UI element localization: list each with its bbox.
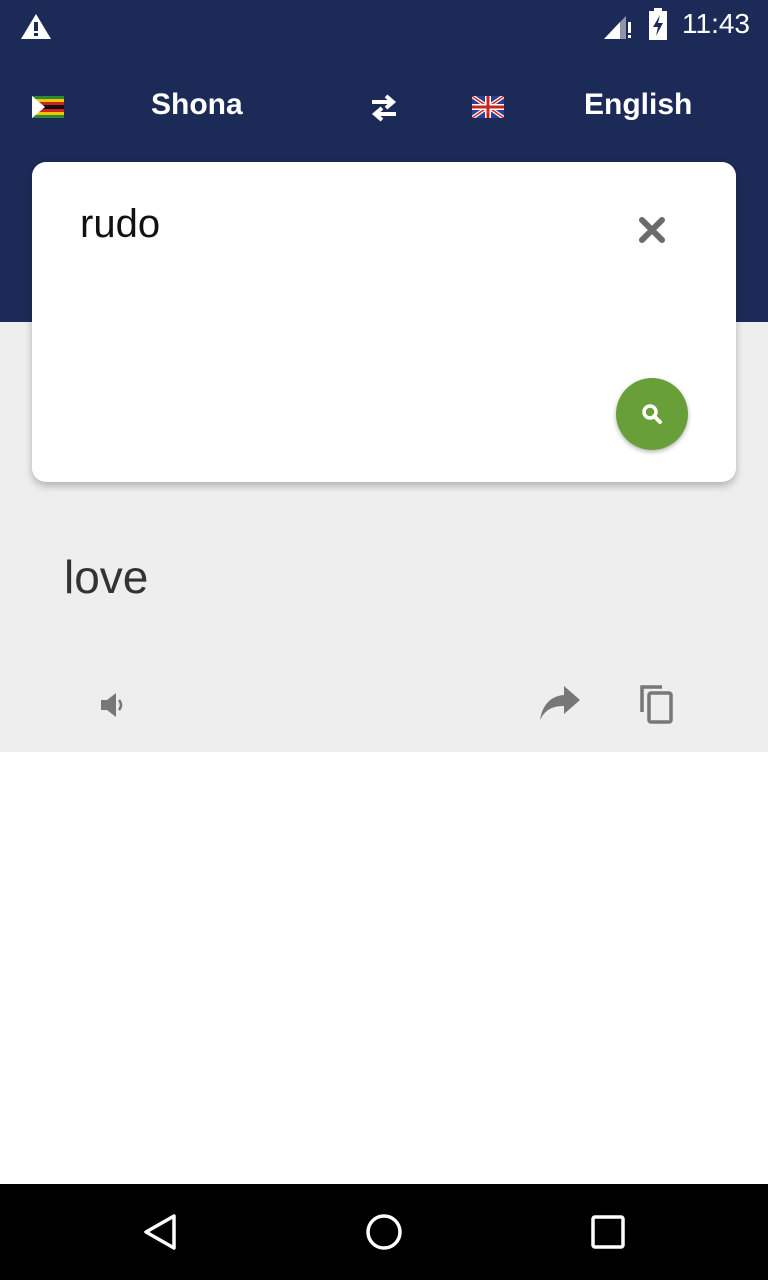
uk-flag-button[interactable]: [472, 96, 504, 118]
home-button[interactable]: [364, 1212, 404, 1252]
signal-icon: [604, 16, 631, 39]
zimbabwe-flag-button[interactable]: [32, 96, 64, 118]
search-icon: [642, 404, 662, 424]
translation-result: love: [64, 551, 149, 603]
navigation-bar: [0, 1184, 768, 1280]
swap-icon[interactable]: [366, 93, 402, 123]
share-icon[interactable]: [538, 684, 582, 724]
close-icon[interactable]: [638, 216, 666, 244]
search-button[interactable]: [616, 378, 688, 450]
copy-icon[interactable]: [638, 684, 676, 726]
back-button[interactable]: [140, 1212, 180, 1252]
clock: 11:43: [682, 8, 750, 39]
warning-icon: [21, 14, 51, 39]
text-input[interactable]: rudo: [80, 202, 160, 247]
status-bar: 11:43: [0, 0, 768, 52]
recents-button[interactable]: [590, 1214, 626, 1250]
speaker-icon[interactable]: [98, 690, 128, 720]
target-language-selector[interactable]: English: [584, 88, 692, 122]
source-language-selector[interactable]: Shona: [151, 88, 243, 122]
input-card: rudo: [32, 162, 736, 482]
battery-charging-icon: [649, 8, 667, 40]
